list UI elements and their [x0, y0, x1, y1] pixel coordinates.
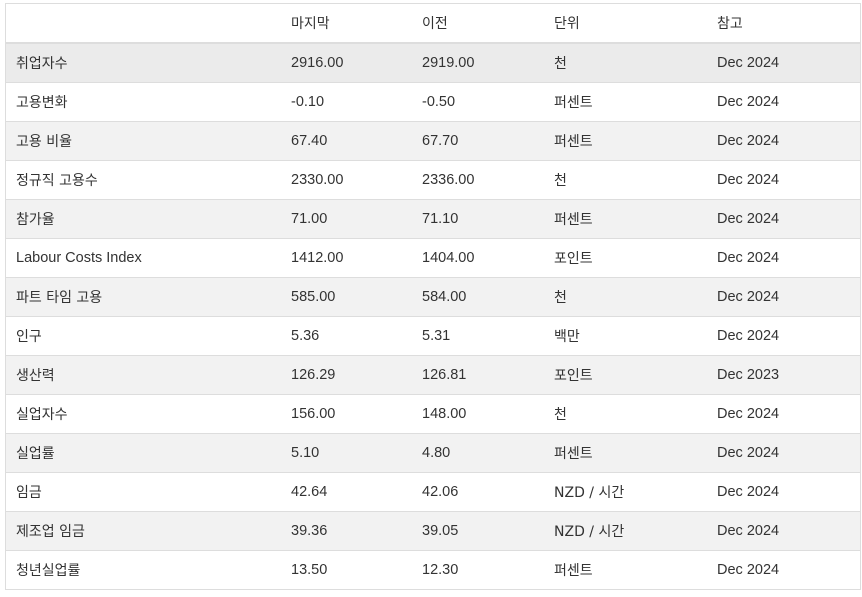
last-value: 2916.00	[281, 43, 412, 83]
last-value: 2330.00	[281, 160, 412, 200]
table-row[interactable]: 파트 타임 고용 585.00 584.00 천 Dec 2024	[6, 277, 860, 317]
indicator-name-link[interactable]: 참가율	[6, 199, 281, 239]
indicator-name-link[interactable]: 제조업 임금	[6, 511, 281, 551]
previous-value: 2919.00	[412, 43, 544, 83]
last-value: 1412.00	[281, 238, 412, 278]
indicator-name-link[interactable]: 고용 비율	[6, 121, 281, 161]
unit-label: 퍼센트	[544, 433, 707, 473]
reference-date: Dec 2024	[707, 199, 860, 239]
table-row[interactable]: 청년실업률 13.50 12.30 퍼센트 Dec 2024	[6, 550, 860, 590]
indicator-name-link[interactable]: 인구	[6, 316, 281, 356]
last-value: 126.29	[281, 355, 412, 395]
indicator-name-link[interactable]: Labour Costs Index	[6, 238, 281, 278]
reference-date: Dec 2024	[707, 238, 860, 278]
indicator-name-link[interactable]: 정규직 고용수	[6, 160, 281, 200]
indicator-name-link[interactable]: 생산력	[6, 355, 281, 395]
labour-indicators-table-container: 마지막 이전 단위 참고 취업자수 2916.00 2919.00 천 Dec 2024…	[5, 3, 861, 590]
reference-date: Dec 2023	[707, 355, 860, 395]
table-row[interactable]: 생산력 126.29 126.81 포인트 Dec 2023	[6, 355, 860, 395]
table-row[interactable]: Labour Costs Index 1412.00 1404.00 포인트 Dec 2…	[6, 238, 860, 278]
reference-date: Dec 2024	[707, 511, 860, 551]
previous-value: 2336.00	[412, 160, 544, 200]
previous-value: 1404.00	[412, 238, 544, 278]
indicator-name-link[interactable]: 파트 타임 고용	[6, 277, 281, 317]
reference-date: Dec 2024	[707, 433, 860, 473]
unit-label: 천	[544, 394, 707, 434]
last-value: 42.64	[281, 472, 412, 512]
reference-date: Dec 2024	[707, 82, 860, 122]
header-indicator	[6, 4, 281, 44]
unit-label: 천	[544, 277, 707, 317]
table-row[interactable]: 임금 42.64 42.06 NZD / 시간 Dec 2024	[6, 472, 860, 512]
unit-label: 포인트	[544, 355, 707, 395]
table-row[interactable]: 참가율 71.00 71.10 퍼센트 Dec 2024	[6, 199, 860, 239]
unit-label: 포인트	[544, 238, 707, 278]
previous-value: -0.50	[412, 82, 544, 122]
reference-date: Dec 2024	[707, 160, 860, 200]
header-reference[interactable]: 참고	[707, 4, 860, 44]
last-value: 5.10	[281, 433, 412, 473]
indicator-name-link[interactable]: 실업자수	[6, 394, 281, 434]
unit-label: 퍼센트	[544, 550, 707, 590]
unit-label: 퍼센트	[544, 82, 707, 122]
indicator-name-link[interactable]: 청년실업률	[6, 550, 281, 590]
indicator-name-link[interactable]: 임금	[6, 472, 281, 512]
reference-date: Dec 2024	[707, 472, 860, 512]
previous-value: 4.80	[412, 433, 544, 473]
reference-date: Dec 2024	[707, 277, 860, 317]
previous-value: 12.30	[412, 550, 544, 590]
table-header: 마지막 이전 단위 참고	[6, 4, 860, 44]
last-value: 13.50	[281, 550, 412, 590]
previous-value: 584.00	[412, 277, 544, 317]
reference-date: Dec 2024	[707, 550, 860, 590]
previous-value: 39.05	[412, 511, 544, 551]
indicator-name-link[interactable]: 실업률	[6, 433, 281, 473]
table-row[interactable]: 실업률 5.10 4.80 퍼센트 Dec 2024	[6, 433, 860, 473]
header-last[interactable]: 마지막	[281, 4, 412, 44]
reference-date: Dec 2024	[707, 394, 860, 434]
unit-label: NZD / 시간	[544, 472, 707, 512]
last-value: 5.36	[281, 316, 412, 356]
previous-value: 67.70	[412, 121, 544, 161]
unit-label: 천	[544, 160, 707, 200]
last-value: 585.00	[281, 277, 412, 317]
header-previous[interactable]: 이전	[412, 4, 544, 44]
unit-label: 퍼센트	[544, 121, 707, 161]
last-value: 67.40	[281, 121, 412, 161]
table-row[interactable]: 실업자수 156.00 148.00 천 Dec 2024	[6, 394, 860, 434]
table-row[interactable]: 인구 5.36 5.31 백만 Dec 2024	[6, 316, 860, 356]
last-value: 156.00	[281, 394, 412, 434]
previous-value: 5.31	[412, 316, 544, 356]
reference-date: Dec 2024	[707, 121, 860, 161]
table-row[interactable]: 취업자수 2916.00 2919.00 천 Dec 2024	[6, 43, 860, 83]
unit-label: 천	[544, 43, 707, 83]
previous-value: 42.06	[412, 472, 544, 512]
last-value: -0.10	[281, 82, 412, 122]
table-body: 취업자수 2916.00 2919.00 천 Dec 2024 고용변화 -0.10 -0.5…	[6, 43, 860, 590]
header-unit[interactable]: 단위	[544, 4, 707, 44]
labour-indicators-table: 마지막 이전 단위 참고 취업자수 2916.00 2919.00 천 Dec 2024…	[6, 4, 860, 590]
last-value: 39.36	[281, 511, 412, 551]
table-row[interactable]: 정규직 고용수 2330.00 2336.00 천 Dec 2024	[6, 160, 860, 200]
table-row[interactable]: 제조업 임금 39.36 39.05 NZD / 시간 Dec 2024	[6, 511, 860, 551]
table-row[interactable]: 고용 비율 67.40 67.70 퍼센트 Dec 2024	[6, 121, 860, 161]
reference-date: Dec 2024	[707, 43, 860, 83]
reference-date: Dec 2024	[707, 316, 860, 356]
unit-label: 백만	[544, 316, 707, 356]
header-row: 마지막 이전 단위 참고	[6, 4, 860, 44]
indicator-name-link[interactable]: 고용변화	[6, 82, 281, 122]
last-value: 71.00	[281, 199, 412, 239]
unit-label: NZD / 시간	[544, 511, 707, 551]
previous-value: 71.10	[412, 199, 544, 239]
table-row[interactable]: 고용변화 -0.10 -0.50 퍼센트 Dec 2024	[6, 82, 860, 122]
indicator-name-link[interactable]: 취업자수	[6, 43, 281, 83]
unit-label: 퍼센트	[544, 199, 707, 239]
previous-value: 126.81	[412, 355, 544, 395]
previous-value: 148.00	[412, 394, 544, 434]
